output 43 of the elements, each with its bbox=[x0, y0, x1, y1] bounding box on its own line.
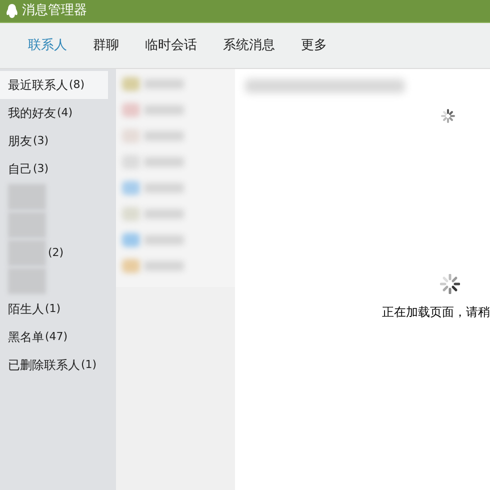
tab[interactable]: 临时会话 bbox=[145, 36, 197, 56]
blurred-name bbox=[144, 79, 184, 89]
blurred-name bbox=[144, 157, 184, 167]
group-count: (3) bbox=[33, 160, 49, 177]
sidebar-item[interactable]: 自己(3) bbox=[0, 155, 116, 183]
sidebar-item[interactable]: 朋友(3) bbox=[0, 127, 116, 155]
sidebar-item[interactable]: 最近联系人(8) bbox=[0, 71, 108, 99]
window-title: 消息管理器 bbox=[22, 2, 87, 20]
group-name: 陌生人 bbox=[8, 301, 44, 318]
sidebar-item[interactable]: 我的好友(4) bbox=[0, 99, 116, 127]
blurred-name bbox=[144, 131, 184, 141]
group-count: (2) bbox=[48, 244, 64, 261]
tab[interactable]: 系统消息 bbox=[223, 36, 275, 56]
blurred-label bbox=[8, 184, 46, 210]
blurred-name bbox=[144, 209, 184, 219]
tab[interactable]: 群聊 bbox=[93, 36, 119, 56]
blurred-name bbox=[144, 183, 184, 193]
blurred-name bbox=[144, 235, 184, 245]
loading-spinner-icon bbox=[440, 274, 460, 294]
group-name: 我的好友 bbox=[8, 105, 56, 122]
group-count: (1) bbox=[45, 300, 61, 317]
group-name: 已删除联系人 bbox=[8, 357, 80, 374]
group-count: (4) bbox=[57, 104, 73, 121]
group-name: 自己 bbox=[8, 161, 32, 178]
penguin-icon bbox=[6, 4, 18, 18]
tab[interactable]: 联系人 bbox=[28, 36, 67, 56]
sidebar-item[interactable]: (2) bbox=[0, 239, 116, 267]
group-count: (3) bbox=[33, 132, 49, 149]
sidebar-item[interactable]: 已删除联系人(1) bbox=[0, 351, 116, 379]
sidebar-item[interactable]: 黑名单(47) bbox=[0, 323, 116, 351]
group-name: 朋友 bbox=[8, 133, 32, 150]
group-count: (1) bbox=[81, 356, 97, 373]
group-count: (8) bbox=[69, 76, 85, 93]
group-count: (47) bbox=[45, 328, 68, 345]
blurred-label bbox=[8, 268, 46, 294]
blurred-name bbox=[144, 105, 184, 115]
sidebar-item[interactable]: 陌生人(1) bbox=[0, 295, 116, 323]
blurred-name bbox=[144, 261, 184, 271]
tab[interactable]: 更多 bbox=[301, 36, 327, 56]
group-name: 黑名单 bbox=[8, 329, 44, 346]
group-name: 最近联系人 bbox=[8, 77, 68, 94]
loading-spinner-icon bbox=[441, 109, 455, 123]
loading-text: 正在加载页面，请稍 bbox=[382, 304, 490, 321]
